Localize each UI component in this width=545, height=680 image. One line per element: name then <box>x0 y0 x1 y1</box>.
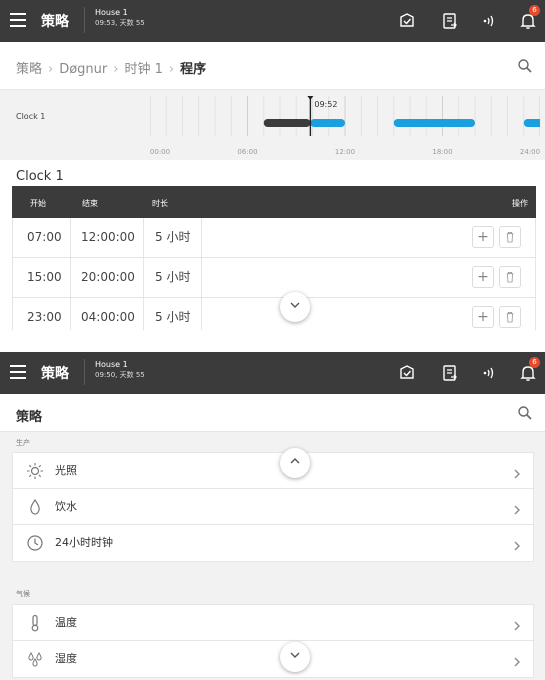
house-name: House 1 <box>95 8 128 17</box>
page-title: 策略 <box>16 410 43 425</box>
header-start: 开始 <box>30 199 46 208</box>
add-button[interactable]: + <box>472 226 494 248</box>
schedule-table: 开始 结束 时长 操作 07:00 12:00:00 5 小时 + 15:00 … <box>12 186 536 338</box>
alarm-bell-icon[interactable]: 6 <box>518 357 540 383</box>
alarm-count-badge: 6 <box>529 357 540 368</box>
cell-start[interactable]: 07:00 <box>27 218 62 257</box>
header-end: 结束 <box>82 199 98 208</box>
menu-icon[interactable] <box>10 365 26 379</box>
list-item-label: 光照 <box>55 464 77 477</box>
timeline-tick-label: 12:00 <box>334 148 356 156</box>
page-header: 策略 <box>0 394 545 432</box>
list-item-label: 温度 <box>55 616 77 629</box>
list-item-humidity[interactable]: 湿度 <box>13 641 533 677</box>
timeline-tick-label: 24:00 <box>519 148 541 156</box>
house-info[interactable]: House 1 09:53, 天数 55 <box>84 7 145 33</box>
group-label-climate: 气候 <box>16 590 30 598</box>
alarm-bell-icon[interactable]: 6 <box>518 5 540 31</box>
timeline-tick-label: 18:00 <box>432 148 453 156</box>
signal-icon[interactable] <box>480 363 500 383</box>
table-row: 07:00 12:00:00 5 小时 + <box>12 218 536 258</box>
app-title: 策略 <box>41 14 69 30</box>
water-drop-icon <box>25 497 45 517</box>
group-card-production: 光照 饮水 24小时时钟 <box>12 452 534 562</box>
timeline-track: 09:52 <box>150 96 540 136</box>
scroll-up-button[interactable] <box>280 448 310 478</box>
menu-icon[interactable] <box>10 13 26 27</box>
delete-button[interactable] <box>499 266 521 288</box>
table-row: 15:00 20:00:00 5 小时 + <box>12 258 536 298</box>
header-duration: 时长 <box>152 199 168 208</box>
light-icon <box>25 461 45 481</box>
timeline-period-bar <box>523 119 540 127</box>
house-time-day: 09:53, 天数 55 <box>95 19 145 27</box>
alarm-count-badge: 6 <box>529 5 540 16</box>
section-title: Clock 1 <box>16 169 64 184</box>
chevron-right-icon: › <box>48 62 54 77</box>
top-bar: 策略 House 1 09:53, 天数 55 6 <box>0 0 545 42</box>
signal-icon[interactable] <box>480 11 500 31</box>
cell-duration[interactable]: 5 小时 <box>155 258 190 297</box>
search-icon[interactable] <box>517 58 533 74</box>
timeline-period-bar <box>263 119 311 127</box>
list-item-water[interactable]: 饮水 <box>13 489 533 525</box>
scroll-down-button[interactable] <box>280 292 310 322</box>
humidity-icon <box>25 649 45 669</box>
breadcrumb-item-dognur[interactable]: Døgnur <box>59 62 107 77</box>
clock-icon <box>25 533 45 553</box>
current-time-label: 09:52 <box>314 100 337 109</box>
house-info[interactable]: House 1 09:50, 天数 55 <box>84 359 145 385</box>
breadcrumb: 策略 › Døgnur › 时钟 1 › 程序 <box>16 58 206 77</box>
breadcrumb-item-clock[interactable]: 时钟 1 <box>124 62 162 77</box>
thermometer-icon <box>25 613 45 633</box>
timeline-tick-label: 00:00 <box>149 148 171 156</box>
cell-start[interactable]: 15:00 <box>27 258 62 297</box>
chevron-right-icon <box>511 537 523 551</box>
report-icon[interactable] <box>440 363 460 383</box>
breadcrumb-item-strategy[interactable]: 策略 <box>16 62 42 77</box>
delete-button[interactable] <box>499 306 521 328</box>
group-label-production: 生产 <box>16 439 30 447</box>
timeline-tick-label: 06:00 <box>237 148 258 156</box>
chevron-right-icon <box>511 501 523 515</box>
breadcrumb-bar: 策略 › Døgnur › 时钟 1 › 程序 <box>0 42 545 90</box>
house-name: House 1 <box>95 360 128 369</box>
list-item-label: 24小时时钟 <box>55 536 113 549</box>
timeline-label: Clock 1 <box>16 112 46 121</box>
house-time-day: 09:50, 天数 55 <box>95 371 145 379</box>
list-item-light[interactable]: 光照 <box>13 453 533 489</box>
screen-divider <box>0 330 545 352</box>
list-item-24h-clock[interactable]: 24小时时钟 <box>13 525 533 561</box>
cell-end: 20:00:00 <box>81 270 135 284</box>
top-bar: 策略 House 1 09:50, 天数 55 6 <box>0 352 545 394</box>
chevron-right-icon <box>511 653 523 667</box>
search-icon[interactable] <box>517 405 533 421</box>
delete-button[interactable] <box>499 226 521 248</box>
cell-end: 12:00:00 <box>81 230 135 244</box>
timeline-period-bar <box>310 119 345 127</box>
strategy-list: 生产 光照 饮水 24小时时钟 气候 温度 湿度 <box>0 432 545 680</box>
timeline-panel: Clock 1 09:52 00:00 06:00 12:00 18:00 24:00 <box>0 90 545 160</box>
header-actions: 操作 <box>512 199 528 208</box>
list-item-label: 湿度 <box>55 652 77 665</box>
chevron-right-icon: › <box>113 62 119 77</box>
table-header: 开始 结束 时长 操作 <box>12 186 536 218</box>
scroll-down-button[interactable] <box>280 642 310 672</box>
group-card-climate: 温度 湿度 <box>12 604 534 678</box>
add-button[interactable]: + <box>472 266 494 288</box>
chevron-right-icon <box>511 465 523 479</box>
chevron-right-icon <box>511 617 523 631</box>
list-item-label: 饮水 <box>55 500 77 513</box>
add-button[interactable]: + <box>472 306 494 328</box>
report-icon[interactable] <box>440 11 460 31</box>
cell-duration[interactable]: 5 小时 <box>155 218 190 257</box>
timeline-period-bar <box>393 119 475 127</box>
breadcrumb-current: 程序 <box>180 62 207 77</box>
list-item-temperature[interactable]: 温度 <box>13 605 533 641</box>
app-title: 策略 <box>41 366 69 382</box>
check-shield-icon[interactable] <box>397 11 417 31</box>
chevron-right-icon: › <box>168 62 175 77</box>
check-shield-icon[interactable] <box>397 363 417 383</box>
